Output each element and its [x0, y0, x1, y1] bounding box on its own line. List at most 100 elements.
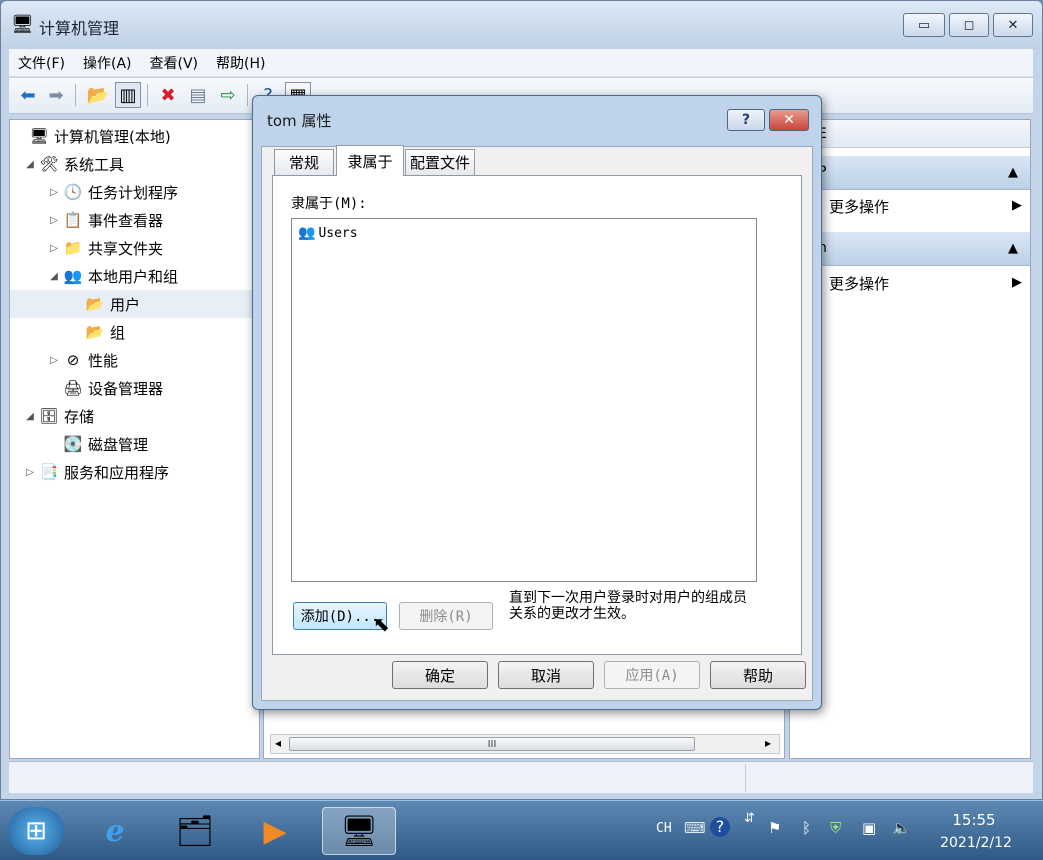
- collapsed-arrow-icon[interactable]: ▷: [48, 243, 60, 254]
- clock-date[interactable]: 2021/2/12: [934, 835, 1018, 851]
- tree-item[interactable]: ◢ 👥 本地用户和组: [10, 262, 259, 290]
- help-button-label: 帮助: [742, 666, 773, 685]
- tree-item[interactable]: 💽 磁盘管理: [10, 430, 259, 458]
- dialog-body: 常规 隶属于 配置文件 隶属于(M): 👥 Users 添加(D)... ⬉ 删除…: [261, 145, 813, 701]
- delete-icon[interactable]: ✖: [155, 82, 181, 108]
- tree-item-label: 用户: [110, 295, 141, 314]
- cancel-button[interactable]: 取消: [498, 661, 594, 689]
- collapsed-arrow-icon[interactable]: ▷: [48, 355, 60, 366]
- scroll-left-icon[interactable]: ◂: [275, 736, 281, 750]
- users-group-icon: 👥: [298, 225, 316, 241]
- member-of-label: 隶属于(M):: [291, 196, 367, 212]
- tree-item-label: 本地用户和组: [88, 267, 179, 286]
- more-actions-item[interactable]: 更多操作 ▶: [790, 267, 1030, 299]
- forward-arrow-icon[interactable]: ➡: [43, 82, 69, 108]
- help-circle-icon[interactable]: ?: [710, 817, 730, 837]
- tree-item[interactable]: ▷ ⊘ 性能: [10, 346, 259, 374]
- tab-member-of[interactable]: 隶属于: [336, 145, 404, 176]
- tab-profile[interactable]: 配置文件: [405, 149, 475, 175]
- toolbar-separator: [75, 84, 76, 106]
- menu-file[interactable]: 文件(F): [9, 53, 74, 73]
- maximize-button[interactable]: ◻: [949, 13, 989, 37]
- clock-time[interactable]: 15:55: [948, 811, 1000, 829]
- toolbar-separator: [147, 84, 148, 106]
- expanded-arrow-icon[interactable]: ◢: [24, 411, 36, 422]
- close-button[interactable]: ✕: [993, 13, 1033, 37]
- tree-item[interactable]: ◢ 🗄 存储: [10, 402, 259, 430]
- actions-section-users[interactable]: P ▲: [790, 156, 1030, 190]
- tree-item-label: 设备管理器: [88, 379, 164, 398]
- up-folder-icon[interactable]: 📂: [85, 82, 111, 108]
- list-item[interactable]: 👥 Users: [298, 223, 358, 243]
- collapse-arrow-icon[interactable]: ▲: [1008, 241, 1018, 256]
- more-actions-item[interactable]: 更多操作 ▶: [790, 190, 1030, 222]
- file-explorer-icon[interactable]: 🗂: [164, 807, 226, 855]
- media-player-icon[interactable]: ▶: [244, 807, 306, 855]
- scrollbar-thumb[interactable]: III: [289, 737, 695, 751]
- windows-logo-icon: ⊞: [25, 816, 47, 846]
- action-center-flag-icon[interactable]: ⚑: [768, 819, 781, 837]
- tree-item[interactable]: ▷ 🕓 任务计划程序: [10, 178, 259, 206]
- dialog-close-button[interactable]: ✕: [769, 109, 809, 131]
- collapsed-arrow-icon[interactable]: ▷: [48, 187, 60, 198]
- mouse-cursor-icon: ⬉: [373, 612, 390, 636]
- tree-item[interactable]: 📂 用户: [10, 290, 259, 318]
- tree-item[interactable]: ◢ 🛠 系统工具: [10, 150, 259, 178]
- menu-action[interactable]: 操作(A): [74, 53, 141, 73]
- menu-help[interactable]: 帮助(H): [207, 53, 274, 73]
- member-of-listbox[interactable]: 👥 Users: [291, 218, 757, 582]
- minimize-button[interactable]: ▭: [903, 13, 945, 37]
- maximize-icon: ◻: [963, 17, 975, 33]
- computer-management-taskbar-icon[interactable]: 🖥: [322, 807, 396, 855]
- dialog-help-text-button[interactable]: 帮助: [710, 661, 806, 689]
- minimize-icon: ▭: [917, 17, 931, 33]
- computer-management-icon: 🖥: [29, 127, 49, 145]
- bluetooth-icon[interactable]: ᛒ: [802, 819, 811, 837]
- tree-item-label: 组: [110, 323, 126, 342]
- title-bar[interactable]: 🖥 计算机管理 ▭ ◻ ✕: [1, 1, 1042, 49]
- tree-item-label: 事件查看器: [88, 211, 164, 230]
- collapse-arrow-icon[interactable]: ▲: [1008, 165, 1018, 180]
- export-list-icon[interactable]: ⇨: [215, 82, 241, 108]
- back-arrow-icon[interactable]: ⬅: [15, 82, 41, 108]
- security-shield-icon[interactable]: ⛨: [830, 819, 841, 837]
- disk-management-icon: 💽: [63, 435, 83, 453]
- shared-folders-icon: 📁: [63, 239, 83, 257]
- actions-section-tom[interactable]: n ▲: [790, 232, 1030, 266]
- taskbar: ⊞ e 🗂 ▶ 🖥 CH ⌨ ? ⇵ ⚑ ᛒ ⛨ ▣ 🔈 15:55 2021/…: [0, 800, 1043, 860]
- volume-icon[interactable]: 🔈: [892, 819, 911, 837]
- tree-item[interactable]: ▷ 📑 服务和应用程序: [10, 458, 259, 486]
- dialog-help-button[interactable]: ?: [727, 109, 765, 131]
- start-button[interactable]: ⊞: [8, 807, 64, 855]
- task-scheduler-icon: 🕓: [63, 183, 83, 201]
- collapsed-arrow-icon[interactable]: ▷: [48, 215, 60, 226]
- local-users-groups-icon: 👥: [63, 267, 83, 285]
- tree-item-label: 共享文件夹: [88, 239, 164, 258]
- tree-item[interactable]: ▷ 📁 共享文件夹: [10, 234, 259, 262]
- show-hide-tree-icon[interactable]: ▥: [115, 82, 141, 108]
- internet-explorer-icon[interactable]: e: [84, 807, 146, 855]
- ok-button[interactable]: 确定: [392, 661, 488, 689]
- horizontal-scrollbar[interactable]: ◂ III ▸: [270, 734, 780, 754]
- add-button-label: 添加(D)...: [300, 609, 380, 625]
- scroll-right-icon[interactable]: ▸: [765, 736, 771, 750]
- expanded-arrow-icon[interactable]: ◢: [48, 271, 60, 282]
- tree-item[interactable]: 🖥 计算机管理(本地): [10, 122, 259, 150]
- tree-item[interactable]: 📂 组: [10, 318, 259, 346]
- tree-item[interactable]: 🖨 设备管理器: [10, 374, 259, 402]
- event-viewer-icon: 📋: [63, 211, 83, 229]
- keyboard-icon[interactable]: ⌨: [684, 819, 706, 837]
- apply-button[interactable]: 应用(A): [604, 661, 700, 689]
- properties-icon[interactable]: ▤: [185, 82, 211, 108]
- expanded-arrow-icon[interactable]: ◢: [24, 159, 36, 170]
- collapsed-arrow-icon[interactable]: ▷: [24, 467, 36, 478]
- remove-button[interactable]: 删除(R): [399, 602, 493, 630]
- menu-view[interactable]: 查看(V): [141, 53, 208, 73]
- restore-language-bar-icon[interactable]: ⇵: [744, 811, 755, 826]
- tab-general[interactable]: 常规: [274, 149, 334, 175]
- tree-item[interactable]: ▷ 📋 事件查看器: [10, 206, 259, 234]
- input-language[interactable]: CH: [656, 821, 672, 836]
- tab-panel-member-of: 隶属于(M): 👥 Users 添加(D)... ⬉ 删除(R) 直到下一次用户登…: [272, 175, 802, 655]
- network-icon[interactable]: ▣: [862, 819, 876, 837]
- tree-item-label: 计算机管理(本地): [54, 127, 171, 146]
